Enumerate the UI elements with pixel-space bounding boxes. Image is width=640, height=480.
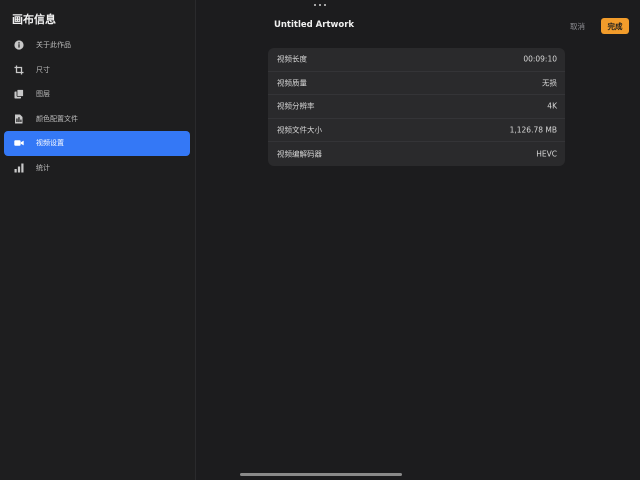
video-resolution-row: 视频分辨率 4K bbox=[268, 95, 565, 119]
video-camera-icon bbox=[14, 138, 24, 148]
video-file-size-value: 1,126.78 MB bbox=[509, 125, 557, 135]
sidebar-item-video-settings[interactable]: 视频设置 bbox=[4, 131, 190, 156]
sidebar-item-label: 关于此作品 bbox=[36, 41, 71, 50]
bar-chart-icon bbox=[14, 163, 24, 173]
layers-icon bbox=[14, 89, 24, 99]
color-profile-icon bbox=[14, 114, 24, 124]
video-file-size-label: 视频文件大小 bbox=[277, 125, 322, 135]
sidebar-item-layers[interactable]: 图层 bbox=[4, 82, 190, 107]
sidebar-title: 画布信息 bbox=[12, 13, 56, 26]
sidebar-item-label: 尺寸 bbox=[36, 65, 50, 74]
sidebar-item-statistics[interactable]: 统计 bbox=[4, 156, 190, 181]
artwork-title: Untitled Artwork bbox=[273, 20, 355, 30]
video-length-value: 00:09:10 bbox=[523, 54, 557, 64]
video-quality-row: 视频质量 无损 bbox=[268, 72, 565, 96]
sidebar-item-color-profile[interactable]: 颜色配置文件 bbox=[4, 107, 190, 132]
home-indicator[interactable] bbox=[240, 473, 402, 476]
sidebar-item-label: 颜色配置文件 bbox=[36, 114, 78, 123]
done-button[interactable]: 完成 bbox=[601, 18, 629, 34]
cancel-button[interactable]: 取消 bbox=[570, 21, 585, 32]
video-codec-label: 视频编解码器 bbox=[277, 149, 322, 159]
sidebar: 画布信息 关于此作品 尺寸 图层 颜色配置文件 视频设置 统计 bbox=[0, 0, 196, 480]
sidebar-list: 关于此作品 尺寸 图层 颜色配置文件 视频设置 统计 bbox=[4, 33, 190, 180]
sidebar-item-dimensions[interactable]: 尺寸 bbox=[4, 58, 190, 83]
video-quality-label: 视频质量 bbox=[277, 78, 307, 88]
video-length-label: 视频长度 bbox=[277, 54, 307, 64]
video-codec-value: HEVC bbox=[536, 149, 557, 159]
video-resolution-label: 视频分辨率 bbox=[277, 101, 315, 111]
video-codec-row: 视频编解码器 HEVC bbox=[268, 142, 565, 166]
sidebar-item-label: 视频设置 bbox=[36, 139, 64, 148]
video-file-size-row: 视频文件大小 1,126.78 MB bbox=[268, 119, 565, 143]
crop-icon bbox=[14, 65, 24, 75]
video-length-row: 视频长度 00:09:10 bbox=[268, 48, 565, 72]
more-dots-icon[interactable] bbox=[314, 2, 326, 8]
sidebar-item-about[interactable]: 关于此作品 bbox=[4, 33, 190, 58]
canvas-info-screen: 画布信息 关于此作品 尺寸 图层 颜色配置文件 视频设置 统计 Untitled… bbox=[0, 0, 640, 480]
video-info-card: 视频长度 00:09:10 视频质量 无损 视频分辨率 4K 视频文件大小 1,… bbox=[268, 48, 565, 166]
video-resolution-value: 4K bbox=[547, 101, 557, 111]
video-quality-value: 无损 bbox=[542, 78, 557, 88]
sidebar-item-label: 统计 bbox=[36, 163, 50, 172]
info-icon bbox=[14, 40, 24, 50]
sidebar-item-label: 图层 bbox=[36, 90, 50, 99]
